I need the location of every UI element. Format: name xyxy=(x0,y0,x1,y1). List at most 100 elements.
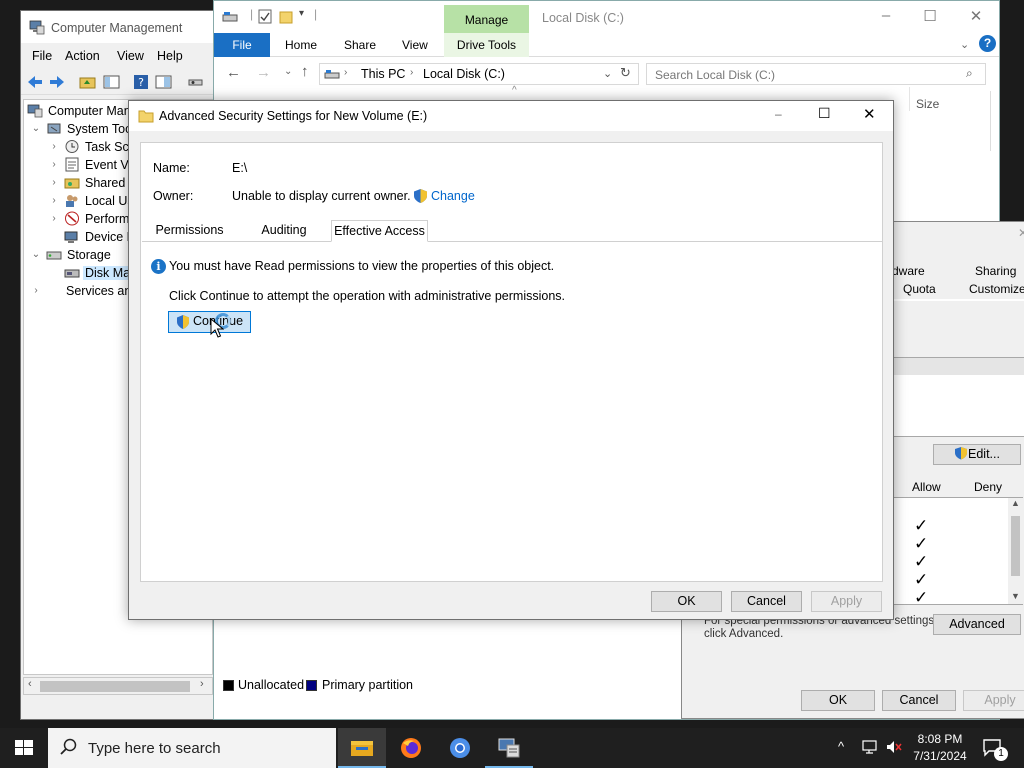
owner-label: Owner: xyxy=(153,189,194,203)
chevron-right-icon[interactable]: › xyxy=(48,174,60,192)
tab-customize[interactable]: Customize xyxy=(969,282,1024,296)
chevron-right-icon[interactable]: › xyxy=(48,156,60,174)
properties-ok-button[interactable]: OK xyxy=(801,690,875,711)
refresh-icon[interactable]: ↻ xyxy=(620,65,631,81)
cm-menubar: File Action View Help xyxy=(21,45,219,67)
recent-locations-icon[interactable]: ⌄ xyxy=(284,66,292,77)
expand-ribbon-icon[interactable]: ⌄ xyxy=(960,38,969,51)
tab-quota[interactable]: Quota xyxy=(903,282,936,296)
back-arrow-icon[interactable]: ← xyxy=(226,64,241,81)
show-hidden-icons-chevron-icon[interactable]: ^ xyxy=(838,739,844,754)
tab-effective-access[interactable]: Effective Access xyxy=(331,220,428,242)
up-arrow-icon[interactable]: ↑ xyxy=(301,63,309,80)
breadcrumb-this-pc[interactable]: This PC xyxy=(361,67,405,81)
chevron-down-icon[interactable]: ⌄ xyxy=(30,246,42,264)
help-icon[interactable]: ? xyxy=(979,35,996,52)
permissions-scrollbar[interactable]: ▲ ▼ xyxy=(1008,498,1023,604)
cm-titlebar[interactable]: Computer Management xyxy=(21,11,219,43)
edit-button[interactable]: Edit... xyxy=(933,444,1021,465)
cancel-button[interactable]: Cancel xyxy=(731,591,802,612)
forward-arrow-icon[interactable] xyxy=(49,74,66,90)
properties-cancel-button[interactable]: Cancel xyxy=(882,690,956,711)
forward-arrow-icon[interactable]: → xyxy=(256,64,271,81)
network-icon[interactable] xyxy=(861,739,879,758)
properties-view-icon[interactable] xyxy=(155,74,172,90)
unallocated-swatch xyxy=(223,680,234,691)
up-folder-icon[interactable] xyxy=(79,74,96,90)
tab-file[interactable]: File xyxy=(214,33,270,57)
chevron-right-icon[interactable]: › xyxy=(30,282,42,300)
properties-check-icon[interactable] xyxy=(258,9,272,27)
volume-muted-icon[interactable] xyxy=(885,739,903,758)
menu-file[interactable]: File xyxy=(32,49,52,63)
groups-list[interactable] xyxy=(892,357,1024,437)
notification-badge: 1 xyxy=(994,747,1008,761)
file-explorer-taskbar-button[interactable] xyxy=(338,728,386,768)
customize-qat-icon[interactable]: ▾ xyxy=(299,8,304,19)
taskbar-search-placeholder: Type here to search xyxy=(88,740,221,757)
help-icon[interactable]: ? xyxy=(133,74,150,90)
close-icon[interactable]: ✕ xyxy=(863,105,876,123)
chromium-taskbar-button[interactable] xyxy=(436,728,484,768)
owner-value: Unable to display current owner. xyxy=(232,189,411,203)
chevron-right-icon[interactable]: › xyxy=(48,210,60,228)
column-size[interactable]: Size xyxy=(916,97,939,111)
scroll-right-icon[interactable]: › xyxy=(200,678,204,690)
explorer-titlebar[interactable]: | ▾ | Manage Local Disk (C:) – ☐ ✕ xyxy=(214,1,999,33)
firefox-taskbar-button[interactable] xyxy=(387,728,435,768)
svg-text:?: ? xyxy=(138,76,144,89)
disk-action-icon[interactable] xyxy=(187,74,204,90)
tab-sharing[interactable]: Sharing xyxy=(975,264,1016,278)
search-input[interactable]: Search Local Disk (C:) xyxy=(646,63,986,85)
new-folder-icon[interactable] xyxy=(279,9,293,27)
menu-view[interactable]: View xyxy=(117,49,144,63)
maximize-icon[interactable]: ☐ xyxy=(918,7,942,25)
explorer-ribbon-tabs: File Home Share View Drive Tools ⌄ ? xyxy=(214,33,999,57)
tab-auditing[interactable]: Auditing xyxy=(238,220,330,242)
show-hide-tree-icon[interactable] xyxy=(103,74,120,90)
back-arrow-icon[interactable] xyxy=(26,74,43,90)
tab-permissions[interactable]: Permissions xyxy=(142,220,237,242)
change-owner-link[interactable]: Change xyxy=(431,189,475,203)
advanced-security-title: Advanced Security Settings for New Volum… xyxy=(159,109,428,123)
tab-share[interactable]: Share xyxy=(344,38,376,52)
taskbar-clock[interactable]: 8:08 PM 7/31/2024 xyxy=(910,731,970,765)
scroll-up-icon[interactable]: ▲ xyxy=(1011,498,1020,508)
menu-help[interactable]: Help xyxy=(157,49,183,63)
computer-management-taskbar-button[interactable] xyxy=(485,728,533,768)
scroll-down-icon[interactable]: ▼ xyxy=(1011,591,1020,601)
close-icon[interactable]: ✕ xyxy=(964,7,988,25)
chevron-right-icon[interactable]: › xyxy=(48,138,60,156)
uac-shield-icon xyxy=(413,188,428,207)
chevron-down-icon[interactable]: ⌄ xyxy=(30,120,42,138)
minimize-icon[interactable]: – xyxy=(775,107,782,121)
permissions-list[interactable]: ✓ ✓ ✓ ✓ ✓ ▲ ▼ xyxy=(892,497,1023,607)
advanced-button[interactable]: Advanced xyxy=(933,614,1021,635)
taskbar-search-box[interactable]: Type here to search xyxy=(48,728,336,768)
users-icon xyxy=(64,193,80,208)
tab-drive-tools[interactable]: Drive Tools xyxy=(444,33,529,57)
disk-management-icon xyxy=(64,265,80,280)
address-dropdown-icon[interactable]: ⌄ xyxy=(603,67,612,80)
scroll-left-icon[interactable]: ‹ xyxy=(28,678,32,690)
scroll-thumb[interactable] xyxy=(40,681,190,692)
close-icon[interactable]: ✕ xyxy=(1018,226,1024,240)
menu-action[interactable]: Action xyxy=(65,49,100,63)
ok-button[interactable]: OK xyxy=(651,591,722,612)
maximize-icon[interactable]: ☐ xyxy=(818,105,831,122)
tab-view[interactable]: View xyxy=(402,38,428,52)
manage-context-tab[interactable]: Manage xyxy=(444,5,529,33)
tab-home[interactable]: Home xyxy=(285,38,317,52)
read-permission-message: You must have Read permissions to view t… xyxy=(169,259,555,273)
event-viewer-icon xyxy=(64,157,80,172)
address-bar[interactable]: › This PC › Local Disk (C:) ⌄ ↻ xyxy=(319,63,639,85)
breadcrumb-local-disk[interactable]: Local Disk (C:) xyxy=(423,67,505,81)
selected-group-row[interactable] xyxy=(893,358,1024,375)
start-windows-icon[interactable] xyxy=(15,740,33,759)
explorer-scrollbar[interactable] xyxy=(990,91,999,151)
cm-horizontal-scrollbar[interactable]: ‹ › xyxy=(23,677,213,695)
advanced-security-titlebar[interactable]: Advanced Security Settings for New Volum… xyxy=(129,101,893,131)
minimize-icon[interactable]: – xyxy=(874,7,898,24)
checkmark-icon: ✓ xyxy=(914,516,929,535)
chevron-right-icon[interactable]: › xyxy=(48,192,60,210)
